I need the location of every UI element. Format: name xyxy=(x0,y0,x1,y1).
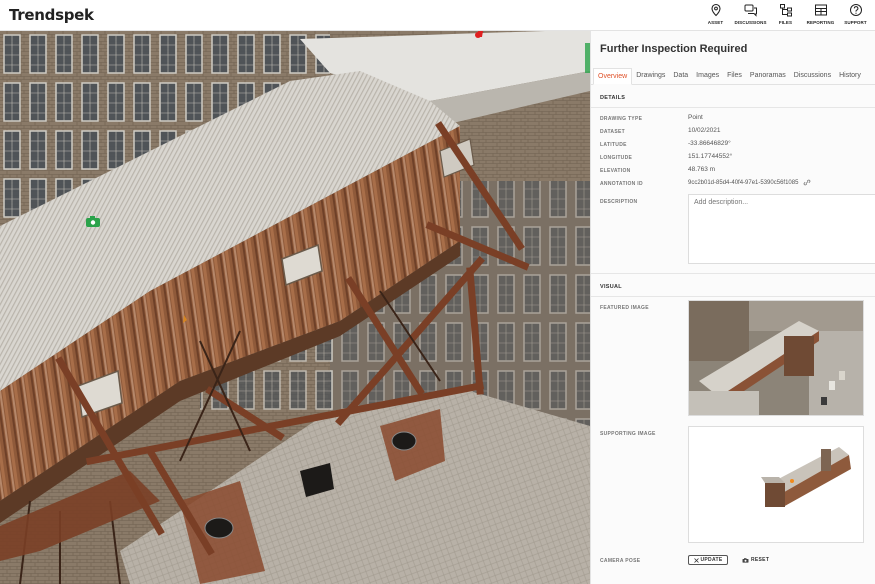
tab-drawings[interactable]: Drawings xyxy=(632,68,669,85)
drawing-type-value: Point xyxy=(688,114,703,121)
supporting-image[interactable] xyxy=(688,426,864,543)
nav-asset-label: ASSET xyxy=(707,20,724,25)
model-viewport[interactable] xyxy=(0,31,590,584)
nav-discussions-label: DISCUSSIONS xyxy=(734,20,767,25)
elevation-value: 48.763 m xyxy=(688,166,716,173)
tab-data[interactable]: Data xyxy=(669,68,692,85)
tab-overview[interactable]: Overview xyxy=(593,68,633,85)
visual-heading: VISUAL xyxy=(600,284,622,290)
chat-bubbles-icon xyxy=(744,4,757,17)
visual-divider xyxy=(591,296,875,297)
update-icon xyxy=(693,557,699,563)
visual-divider-top xyxy=(591,273,875,274)
tab-panoramas[interactable]: Panoramas xyxy=(746,68,790,85)
report-table-icon xyxy=(814,4,827,16)
annotation-id-value: 9cc2b01d-85d4-40f4-97e1-5390c56f1085 xyxy=(688,180,799,187)
details-divider xyxy=(591,107,875,108)
drawing-type-label: DRAWING TYPE xyxy=(600,116,643,122)
nav-discussions[interactable]: DISCUSSIONS xyxy=(731,3,770,29)
supporting-image-picture xyxy=(689,427,863,542)
details-heading: DETAILS xyxy=(600,95,626,101)
annotation-id-label: ANNOTATION ID xyxy=(600,181,643,187)
nav-reporting-label: REPORTING xyxy=(806,20,835,25)
update-button[interactable]: UPDATE xyxy=(688,555,728,565)
dataset-value: 10/02/2021 xyxy=(688,127,721,134)
reset-button[interactable]: RESET xyxy=(742,555,769,565)
elevation-label: ELEVATION xyxy=(600,168,631,174)
featured-image-label: FEATURED IMAGE xyxy=(600,305,649,311)
map-pin-icon xyxy=(710,3,721,17)
description-input[interactable] xyxy=(688,194,875,264)
tab-discussions[interactable]: Discussions xyxy=(790,68,835,85)
camera-pose-label: CAMERA POSE xyxy=(600,558,641,564)
annotation-panel: Further Inspection Required Overview Dra… xyxy=(590,31,875,584)
camera-icon xyxy=(742,557,749,563)
top-nav: ASSET DISCUSSIONS FILES REPORTING SUPPOR… xyxy=(700,3,871,29)
update-button-label: UPDATE xyxy=(700,557,723,563)
featured-image-picture xyxy=(689,301,863,415)
tab-history[interactable]: History xyxy=(835,68,865,85)
nav-asset[interactable]: ASSET xyxy=(700,3,731,29)
folder-tree-icon xyxy=(779,4,792,17)
top-bar: Trendspek ASSET DISCUSSIONS FILES REPORT… xyxy=(0,0,875,31)
supporting-image-label: SUPPORTING IMAGE xyxy=(600,431,656,437)
tab-images[interactable]: Images xyxy=(692,68,723,85)
tab-files[interactable]: Files xyxy=(723,68,746,85)
featured-image[interactable] xyxy=(688,300,864,416)
longitude-value: 151.17744552° xyxy=(688,153,733,160)
app-logo[interactable]: Trendspek xyxy=(9,6,94,24)
longitude-label: LONGITUDE xyxy=(600,155,633,161)
building-scene xyxy=(0,31,590,584)
nav-files-label: FILES xyxy=(778,20,793,25)
help-circle-icon xyxy=(849,4,862,16)
nav-reporting[interactable]: REPORTING xyxy=(801,3,840,29)
description-label: DESCRIPTION xyxy=(600,199,638,205)
nav-support[interactable]: SUPPORT xyxy=(840,3,871,29)
dataset-label: DATASET xyxy=(600,129,625,135)
panel-tabs: Overview Drawings Data Images Files Pano… xyxy=(591,68,875,85)
latitude-label: LATITUDE xyxy=(600,142,627,148)
annotation-id-row: 9cc2b01d-85d4-40f4-97e1-5390c56f1085 xyxy=(688,179,811,186)
nav-support-label: SUPPORT xyxy=(844,20,867,25)
reset-button-label: RESET xyxy=(751,557,770,563)
copy-link-icon[interactable] xyxy=(803,179,811,186)
latitude-value: -33.86646829° xyxy=(688,140,731,147)
nav-files[interactable]: FILES xyxy=(770,3,801,29)
panel-title: Further Inspection Required xyxy=(600,43,748,55)
